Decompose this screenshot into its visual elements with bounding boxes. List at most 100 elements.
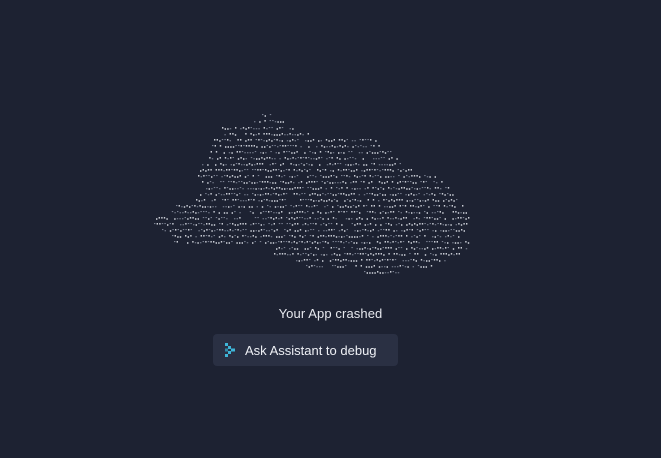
ascii-glyph xyxy=(372,229,374,231)
ascii-glyph xyxy=(421,248,423,250)
ascii-glyph xyxy=(355,163,357,165)
ascii-glyph xyxy=(387,241,389,243)
ascii-glyph xyxy=(311,206,313,208)
ascii-glyph xyxy=(434,241,436,243)
ascii-glyph xyxy=(427,199,429,201)
ascii-glyph xyxy=(436,218,439,220)
ascii-glyph xyxy=(447,224,450,226)
ascii-glyph xyxy=(393,200,395,202)
ascii-glyph xyxy=(293,206,295,208)
ascii-glyph xyxy=(429,223,431,225)
ascii-glyph xyxy=(413,194,415,196)
ascii-glyph xyxy=(348,260,350,262)
ascii-glyph xyxy=(200,242,202,244)
ascii-glyph xyxy=(273,218,275,220)
ascii-glyph xyxy=(293,241,295,243)
ascii-glyph xyxy=(378,205,381,207)
ascii-glyph xyxy=(329,260,332,262)
ascii-glyph xyxy=(187,236,189,238)
ask-assistant-button[interactable]: Ask Assistant to debug xyxy=(213,334,398,366)
ascii-glyph xyxy=(362,253,364,255)
ascii-glyph xyxy=(207,164,209,166)
ascii-glyph xyxy=(348,218,350,220)
ascii-glyph xyxy=(239,212,241,214)
ascii-glyph xyxy=(244,194,246,196)
ascii-glyph xyxy=(287,254,289,256)
ascii-glyph xyxy=(233,181,235,183)
ascii-glyph xyxy=(321,266,323,268)
ascii-glyph xyxy=(344,253,346,255)
ascii-glyph xyxy=(371,217,374,219)
ascii-glyph xyxy=(350,206,352,208)
ascii-glyph xyxy=(381,164,383,166)
ascii-glyph xyxy=(460,247,462,249)
ascii-glyph xyxy=(295,158,297,160)
ascii-glyph xyxy=(283,170,285,172)
ascii-glyph xyxy=(418,242,420,244)
ascii-glyph xyxy=(398,254,401,256)
ascii-glyph xyxy=(408,188,411,190)
ascii-glyph xyxy=(245,145,248,147)
ascii-glyph xyxy=(288,151,290,153)
ascii-glyph xyxy=(465,248,468,250)
ascii-glyph xyxy=(351,218,353,220)
ascii-glyph xyxy=(208,235,210,237)
ascii-glyph xyxy=(239,242,241,244)
ascii-glyph xyxy=(204,206,206,208)
ascii-glyph xyxy=(247,188,249,190)
ascii-glyph xyxy=(414,223,416,225)
ascii-glyph xyxy=(308,206,310,208)
ascii-cloud-illustration xyxy=(154,114,470,274)
ascii-glyph xyxy=(429,217,431,219)
ascii-glyph xyxy=(388,200,390,202)
ascii-glyph xyxy=(384,241,386,243)
ascii-glyph xyxy=(367,139,369,141)
ascii-glyph xyxy=(331,229,333,231)
ascii-glyph xyxy=(336,187,338,189)
ascii-glyph xyxy=(316,146,318,148)
ascii-glyph xyxy=(418,218,420,220)
ascii-glyph xyxy=(452,211,454,213)
ascii-glyph xyxy=(296,193,298,195)
ascii-glyph xyxy=(402,181,404,183)
ascii-glyph xyxy=(326,146,328,148)
ascii-glyph xyxy=(383,157,385,159)
ascii-glyph xyxy=(335,218,337,220)
ascii-glyph xyxy=(277,206,279,208)
ascii-glyph xyxy=(396,253,398,255)
ascii-glyph xyxy=(361,218,363,220)
ascii-glyph xyxy=(241,242,243,244)
ascii-glyph xyxy=(207,206,209,208)
ascii-glyph xyxy=(275,212,278,214)
ascii-glyph xyxy=(211,176,213,178)
ascii-glyph xyxy=(220,241,223,243)
ascii-glyph xyxy=(397,242,399,244)
ascii-glyph xyxy=(356,223,359,225)
ascii-glyph xyxy=(293,152,296,154)
ascii-glyph xyxy=(347,206,349,208)
ascii-glyph xyxy=(245,200,247,202)
ascii-glyph xyxy=(408,176,410,178)
ascii-glyph xyxy=(377,175,379,177)
ascii-glyph xyxy=(369,193,371,195)
ascii-glyph xyxy=(452,235,455,237)
ascii-glyph xyxy=(391,181,394,183)
ascii-glyph xyxy=(282,181,284,183)
ascii-glyph xyxy=(385,235,387,237)
ascii-glyph xyxy=(379,218,381,220)
ascii-glyph xyxy=(350,260,352,262)
ascii-glyph xyxy=(270,242,272,244)
ascii-glyph xyxy=(264,120,266,122)
ascii-glyph xyxy=(291,242,293,244)
ascii-glyph xyxy=(300,205,303,207)
ascii-glyph xyxy=(393,230,395,232)
ascii-glyph xyxy=(280,206,282,208)
ascii-glyph xyxy=(416,175,418,177)
ascii-glyph xyxy=(294,134,296,136)
ascii-glyph xyxy=(353,242,355,244)
ascii-glyph xyxy=(250,224,252,226)
ascii-glyph xyxy=(269,206,271,208)
ascii-glyph xyxy=(301,217,303,219)
ascii-glyph xyxy=(213,241,215,243)
ascii-glyph xyxy=(177,211,179,213)
